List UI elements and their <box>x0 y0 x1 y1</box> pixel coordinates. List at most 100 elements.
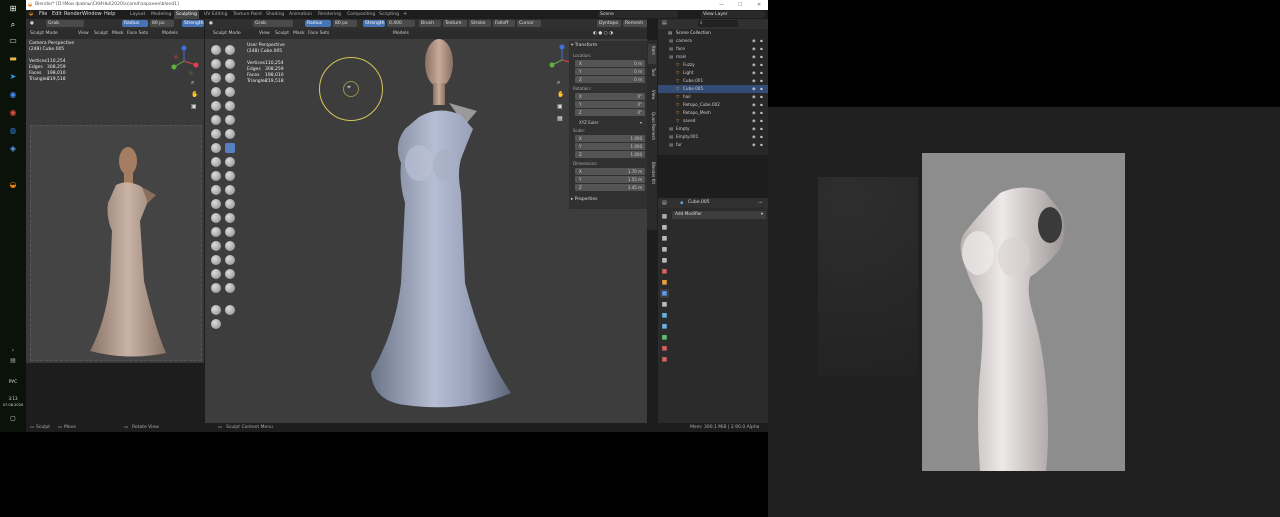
properties-tab-texture-icon[interactable]: ■ <box>660 355 669 364</box>
outliner-row[interactable]: ▽ Cube.005 ◉ ▪ <box>658 85 768 93</box>
remesh-panel[interactable]: Remesh <box>623 20 647 27</box>
visibility-eye-icon[interactable]: ◉ <box>752 77 756 85</box>
properties-tab-view-layer-icon[interactable]: ■ <box>660 245 669 254</box>
visibility-eye-icon[interactable]: ◉ <box>752 141 756 149</box>
add-modifier-button[interactable]: Add Modifier ▾ <box>672 211 766 219</box>
telegram-icon[interactable]: ➤ <box>7 72 19 82</box>
visibility-eye-icon[interactable]: ◉ <box>752 53 756 61</box>
navigation-gizmo-left[interactable] <box>166 43 202 79</box>
dimensions-x-field[interactable]: X 1.70 m <box>575 168 645 175</box>
side-tab-view[interactable]: View <box>648 88 656 108</box>
camera-viewport[interactable]: ● Grab Radius 80 px Strength Sculpt Mode… <box>26 19 204 363</box>
tab-texture-paint[interactable]: Texture Paint <box>231 10 264 19</box>
scale-x-field[interactable]: X 1.000 <box>575 135 645 142</box>
main-grid-icon[interactable]: ▦ <box>557 113 564 125</box>
tool-draw-sharp-icon[interactable] <box>225 45 235 55</box>
outliner-row[interactable]: ▤ Empty.001 ◉ ▪ <box>658 133 768 141</box>
keyboard-language[interactable]: РУС <box>2 380 24 385</box>
zoom-icon[interactable]: ⌕ <box>191 77 198 89</box>
tab-shading[interactable]: Shading <box>264 10 286 19</box>
brush-panel[interactable]: Brush <box>419 20 441 27</box>
main-strength-field[interactable]: Strength <box>363 20 385 27</box>
render-camera-icon[interactable]: ▪ <box>760 109 763 117</box>
properties-tab-scene-icon[interactable]: ■ <box>660 256 669 265</box>
render-camera-icon[interactable]: ▪ <box>760 77 763 85</box>
main-radius-value[interactable]: 80 px <box>333 20 357 27</box>
tool-simplify-icon[interactable] <box>225 199 235 209</box>
left-radius-value[interactable]: 80 px <box>150 20 174 27</box>
dyntopo-panel[interactable]: Dyntopo <box>597 20 621 27</box>
properties-editor-icon[interactable]: ▤ <box>662 200 667 206</box>
tool-rotate-icon[interactable] <box>211 185 221 195</box>
menu-file[interactable]: File <box>39 10 47 19</box>
tool-fill-icon[interactable] <box>225 115 235 125</box>
outliner-row[interactable]: ▽ Retopo_Mesh ◉ ▪ <box>658 109 768 117</box>
tool-blob-icon[interactable] <box>225 87 235 97</box>
location-z-field[interactable]: Z 0 m <box>575 76 645 83</box>
tool-clay-strips-icon[interactable] <box>225 59 235 69</box>
outliner-row[interactable]: ▽ Retopo_Cube.002 ◉ ▪ <box>658 101 768 109</box>
main-menu-sculpt[interactable]: Sculpt <box>275 29 289 39</box>
render-camera-icon[interactable]: ▪ <box>760 69 763 77</box>
rotation-y-field[interactable]: Y 0° <box>575 101 645 108</box>
visibility-eye-icon[interactable]: ◉ <box>752 125 756 133</box>
render-camera-icon[interactable]: ▪ <box>760 45 763 53</box>
rotation-x-field[interactable]: X 0° <box>575 93 645 100</box>
main-brush-icon[interactable]: ● <box>209 19 213 29</box>
tool-scale-icon[interactable] <box>211 305 221 315</box>
visibility-eye-icon[interactable]: ◉ <box>752 133 756 141</box>
tool-grab-icon[interactable] <box>225 143 235 153</box>
tab-scripting[interactable]: Scripting <box>377 10 401 19</box>
render-camera-icon[interactable]: ▪ <box>760 61 763 69</box>
main-radius-field[interactable]: Radius <box>305 20 331 27</box>
tool-box-hide-icon[interactable] <box>225 227 235 237</box>
outliner-row[interactable]: ▤ main ◉ ▪ <box>658 53 768 61</box>
tab-uv-editing[interactable]: UV Editing <box>202 10 229 19</box>
location-y-field[interactable]: Y 0 m <box>575 68 645 75</box>
notifications-icon[interactable]: ▢ <box>7 414 19 424</box>
visibility-eye-icon[interactable]: ◉ <box>752 37 756 45</box>
properties-tab-material-icon[interactable]: ■ <box>660 344 669 353</box>
visibility-eye-icon[interactable]: ◉ <box>752 61 756 69</box>
render-camera-icon[interactable]: ▪ <box>760 101 763 109</box>
visibility-eye-icon[interactable]: ◉ <box>752 101 756 109</box>
pan-icon[interactable]: ✋ <box>191 89 198 101</box>
render-camera-icon[interactable]: ▪ <box>760 125 763 133</box>
outliner-row[interactable]: ▤ camera ◉ ▪ <box>658 37 768 45</box>
main-mode-selector[interactable]: Sculpt Mode <box>213 29 241 39</box>
properties-tab-particles-icon[interactable]: ■ <box>660 300 669 309</box>
folder-icon[interactable]: ▬ <box>7 54 19 64</box>
visibility-eye-icon[interactable]: ◉ <box>752 45 756 53</box>
blender-menu-icon[interactable]: ◒ <box>29 10 33 19</box>
outliner-row[interactable]: ▽ Cube.001 ◉ ▪ <box>658 77 768 85</box>
main-brush-selector[interactable]: Grab <box>253 20 293 27</box>
tool-cloth-filter-icon[interactable] <box>225 255 235 265</box>
tool-line-project-icon[interactable] <box>225 241 235 251</box>
main-menu-face-sets[interactable]: Face Sets <box>308 29 329 39</box>
brush-icon[interactable]: ● <box>30 19 34 29</box>
menu-render[interactable]: Render <box>64 10 82 19</box>
visibility-eye-icon[interactable]: ◉ <box>752 85 756 93</box>
tool-clay-icon[interactable] <box>211 59 221 69</box>
properties-tab-render-icon[interactable]: ■ <box>660 223 669 232</box>
edge-icon[interactable]: ◍ <box>7 126 19 136</box>
texture-panel[interactable]: Texture <box>443 20 467 27</box>
minimize-icon[interactable]: — <box>719 0 724 10</box>
left-radius-field[interactable]: Radius <box>122 20 148 27</box>
left-mode-selector[interactable]: Sculpt Mode <box>30 29 58 39</box>
tool-rotate-tool-icon[interactable] <box>225 283 235 293</box>
tool-flatten-icon[interactable] <box>211 115 221 125</box>
properties-section[interactable]: ▸ Properties <box>571 197 597 202</box>
editor-type-icon[interactable]: ▤ <box>662 20 667 26</box>
tool-box-mask-icon[interactable] <box>211 227 221 237</box>
render-camera-icon[interactable]: ▪ <box>760 93 763 101</box>
tool-draw-icon[interactable] <box>211 45 221 55</box>
side-tab-blender-kit[interactable]: Blender Kit <box>648 160 656 208</box>
menu-help[interactable]: Help <box>104 10 115 19</box>
main-camera-icon[interactable]: ▣ <box>557 101 564 113</box>
properties-tab-tool-icon[interactable]: ■ <box>660 212 669 221</box>
render-camera-icon[interactable]: ▪ <box>760 133 763 141</box>
tab-sculpting[interactable]: Sculpting <box>174 10 200 19</box>
cursor-panel[interactable]: Cursor <box>517 20 541 27</box>
properties-tab-world-icon[interactable]: ■ <box>660 267 669 276</box>
